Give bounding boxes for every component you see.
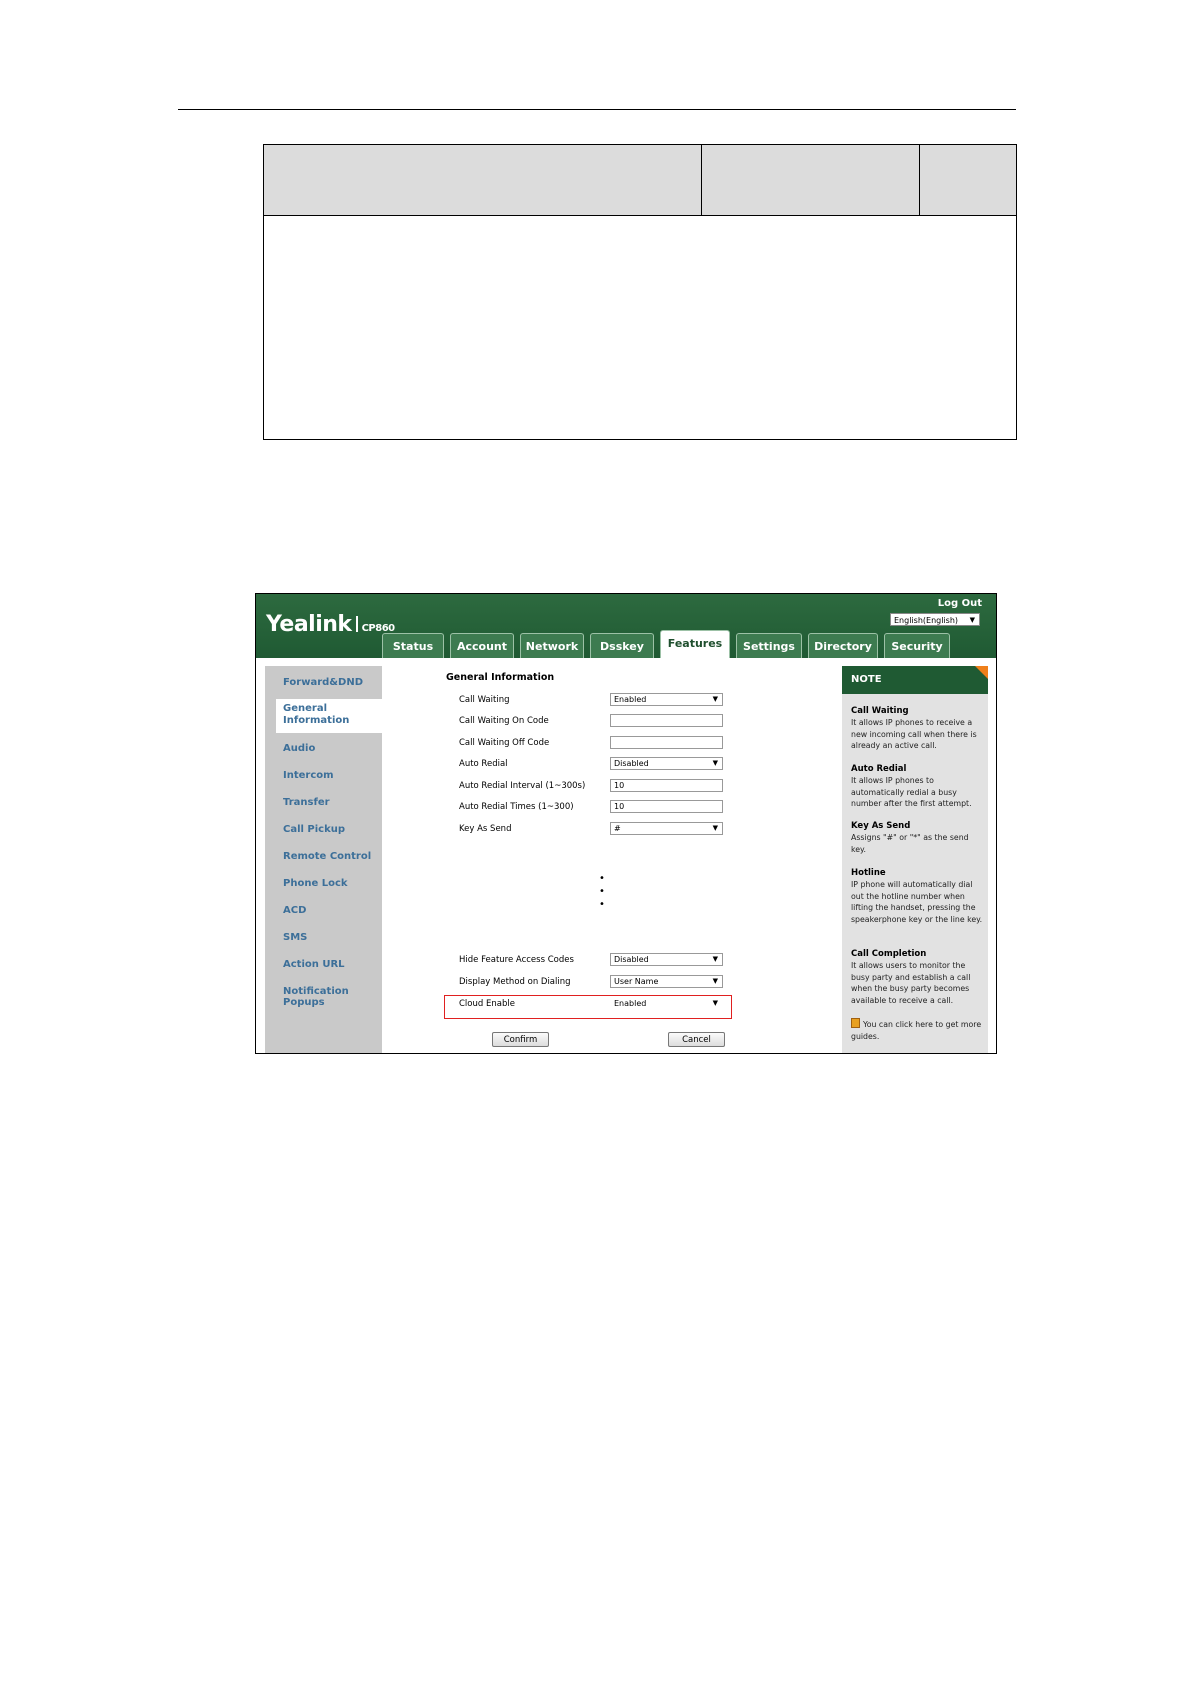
tab-network[interactable]: Network bbox=[520, 633, 584, 658]
nav-general-information[interactable]: General Information bbox=[276, 699, 382, 733]
top-header: Yealink CP860 Log Out English(English) ▼ S… bbox=[256, 594, 996, 658]
hide-feature-access-codes-select[interactable]: Disabled ▼ bbox=[610, 953, 723, 966]
note-item-body: IP phone will automatically dial out the… bbox=[851, 880, 983, 924]
nav-remote-control[interactable]: Remote Control bbox=[283, 851, 371, 862]
auto-redial-times-input[interactable]: 10 bbox=[610, 800, 723, 813]
confirm-button[interactable]: Confirm bbox=[492, 1032, 549, 1047]
note-panel: NOTE Call Waiting It allows IP phones to… bbox=[842, 666, 988, 1053]
yealink-logo: Yealink CP860 bbox=[266, 612, 395, 637]
section-title: General Information bbox=[446, 672, 555, 683]
select-value: Disabled bbox=[614, 955, 649, 964]
note-item-title: Call Completion bbox=[851, 949, 927, 959]
chevron-down-icon: ▼ bbox=[712, 977, 718, 985]
select-value: # bbox=[614, 824, 621, 833]
note-item-title: Key As Send bbox=[851, 821, 911, 831]
field-label: Call Waiting On Code bbox=[459, 716, 549, 726]
table-header-cell bbox=[702, 145, 920, 215]
field-label: Display Method on Dialing bbox=[459, 977, 571, 987]
field-label: Call Waiting bbox=[459, 695, 510, 705]
note-item-title: Auto Redial bbox=[851, 764, 907, 774]
corner-fold-icon bbox=[975, 666, 988, 679]
table-header-cell bbox=[264, 145, 702, 215]
language-select[interactable]: English(English) ▼ bbox=[890, 613, 980, 626]
guide-book-icon bbox=[851, 1018, 860, 1028]
nav-intercom[interactable]: Intercom bbox=[283, 770, 334, 781]
note-item-title: Hotline bbox=[851, 868, 886, 878]
call-waiting-off-code-input[interactable] bbox=[610, 736, 723, 749]
chevron-down-icon: ▼ bbox=[712, 955, 718, 963]
note-item-body: Assigns "#" or "*" as the send key. bbox=[851, 833, 969, 854]
tab-directory[interactable]: Directory bbox=[808, 633, 878, 658]
language-value: English(English) bbox=[894, 616, 959, 625]
field-label: Hide Feature Access Codes bbox=[459, 955, 574, 965]
nav-phone-lock[interactable]: Phone Lock bbox=[283, 878, 348, 889]
key-as-send-select[interactable]: # ▼ bbox=[610, 822, 723, 835]
nav-action-url[interactable]: Action URL bbox=[283, 959, 345, 970]
tab-settings[interactable]: Settings bbox=[736, 633, 802, 658]
ellipsis-dot: • bbox=[599, 873, 605, 884]
note-item-body: It allows IP phones to automatically red… bbox=[851, 776, 972, 808]
note-footer-text: You can click here to get more guides. bbox=[851, 1020, 982, 1041]
cancel-button[interactable]: Cancel bbox=[668, 1032, 725, 1047]
display-method-on-dialing-select[interactable]: User Name ▼ bbox=[610, 975, 723, 988]
chevron-down-icon: ▼ bbox=[969, 616, 975, 624]
parameter-table bbox=[263, 144, 1017, 440]
call-waiting-on-code-input[interactable] bbox=[610, 714, 723, 727]
nav-forward-dnd[interactable]: Forward&DND bbox=[283, 677, 363, 688]
field-label: Auto Redial Times (1~300) bbox=[459, 802, 574, 812]
nav-acd[interactable]: ACD bbox=[283, 905, 306, 916]
note-item-body: It allows IP phones to receive a new inc… bbox=[851, 718, 977, 750]
tab-account[interactable]: Account bbox=[450, 633, 514, 658]
nav-notification-popups[interactable]: Notification Popups bbox=[283, 986, 382, 1008]
left-nav: Forward&DND General Information Audio In… bbox=[265, 666, 382, 1053]
table-header-row bbox=[264, 145, 1016, 216]
field-label: Call Waiting Off Code bbox=[459, 738, 550, 748]
tab-security[interactable]: Security bbox=[884, 633, 950, 658]
nav-general-information-label: General Information bbox=[283, 703, 350, 726]
nav-call-pickup[interactable]: Call Pickup bbox=[283, 824, 345, 835]
nav-transfer[interactable]: Transfer bbox=[283, 797, 330, 808]
call-waiting-select[interactable]: Enabled ▼ bbox=[610, 693, 723, 706]
note-item-body: It allows users to monitor the busy part… bbox=[851, 961, 971, 1005]
chevron-down-icon: ▼ bbox=[712, 695, 718, 703]
logo-text: Yealink bbox=[266, 612, 352, 637]
note-header: NOTE bbox=[842, 666, 988, 694]
ellipsis-dot: • bbox=[599, 899, 605, 910]
select-value: Disabled bbox=[614, 759, 649, 768]
field-label: Auto Redial bbox=[459, 759, 508, 769]
select-value: Enabled bbox=[614, 695, 647, 704]
note-item-title: Call Waiting bbox=[851, 706, 909, 716]
web-ui-screenshot: Yealink CP860 Log Out English(English) ▼ S… bbox=[255, 593, 997, 1054]
tab-status[interactable]: Status bbox=[382, 633, 444, 658]
note-title: NOTE bbox=[851, 674, 882, 685]
tab-features[interactable]: Features bbox=[660, 630, 730, 658]
chevron-down-icon: ▼ bbox=[712, 824, 718, 832]
nav-audio[interactable]: Audio bbox=[283, 743, 315, 754]
field-label: Key As Send bbox=[459, 824, 512, 834]
table-header-cell bbox=[920, 145, 1016, 215]
field-label: Auto Redial Interval (1~300s) bbox=[459, 781, 586, 791]
select-value: User Name bbox=[614, 977, 659, 986]
logout-link[interactable]: Log Out bbox=[938, 598, 982, 609]
auto-redial-select[interactable]: Disabled ▼ bbox=[610, 757, 723, 770]
logo-divider bbox=[355, 616, 358, 632]
auto-redial-interval-input[interactable]: 10 bbox=[610, 779, 723, 792]
tab-dsskey[interactable]: Dsskey bbox=[590, 633, 654, 658]
note-footer-link[interactable]: You can click here to get more guides. bbox=[851, 1018, 983, 1042]
ellipsis-dot: • bbox=[599, 886, 605, 897]
highlight-box bbox=[444, 995, 732, 1019]
chevron-down-icon: ▼ bbox=[712, 759, 718, 767]
nav-sms[interactable]: SMS bbox=[283, 932, 307, 943]
header-rule bbox=[178, 109, 1016, 110]
